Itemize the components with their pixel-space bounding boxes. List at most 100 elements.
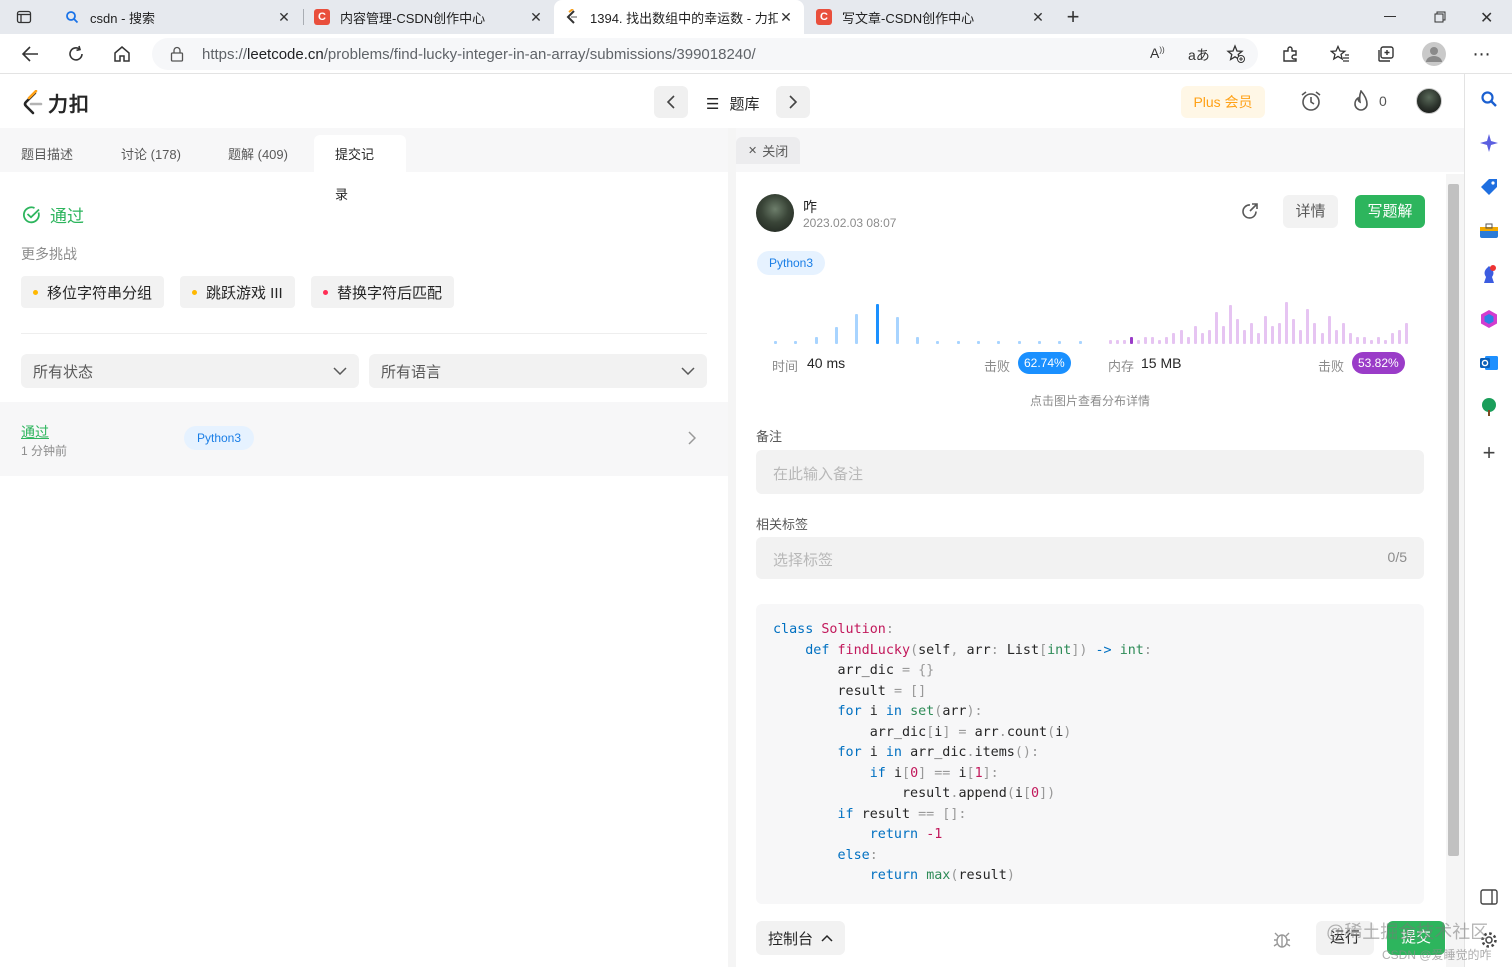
tools-briefcase-icon[interactable] — [1478, 220, 1500, 242]
distribution-bar — [1313, 323, 1317, 344]
add-icon[interactable]: + — [1478, 440, 1500, 465]
favorites-icon[interactable] — [1326, 40, 1354, 68]
new-tab-button[interactable]: + — [1062, 4, 1084, 30]
logo[interactable]: 力扣 — [22, 88, 90, 117]
challenge-chip[interactable]: 替换字符后匹配 — [311, 276, 455, 308]
back-icon[interactable] — [16, 40, 44, 68]
right-tab-bar: ✕ 关闭 — [736, 128, 1464, 172]
chevron-left-icon — [666, 95, 676, 109]
translate-icon[interactable]: aあ — [1188, 45, 1210, 65]
close-icon[interactable]: ✕ — [778, 9, 794, 26]
search-icon[interactable] — [1478, 88, 1500, 110]
tags-select[interactable]: 选择标签 0/5 — [756, 537, 1424, 579]
language-badge: Python3 — [757, 251, 826, 275]
microsoft-365-icon[interactable] — [1478, 308, 1500, 330]
browser-tab-csdn-write[interactable]: C 写文章-CSDN创作中心 ✕ — [806, 0, 1056, 34]
close-icon[interactable]: ✕ — [276, 9, 292, 26]
browser-tab-csdn-content[interactable]: C 内容管理-CSDN创作中心 ✕ — [304, 0, 554, 34]
submission-status-link[interactable]: 通过 — [21, 422, 49, 442]
browser-tab-search[interactable]: csdn - 搜索 ✕ — [54, 0, 302, 34]
code-line: class Solution: — [773, 622, 894, 637]
details-button[interactable]: 详情 — [1283, 195, 1338, 228]
copilot-sparkle-icon[interactable] — [1478, 132, 1500, 154]
share-icon[interactable] — [1240, 202, 1259, 221]
console-toggle-button[interactable]: 控制台 — [756, 921, 846, 955]
user-avatar[interactable] — [1416, 88, 1442, 114]
memory-beats-label: 击败 — [1318, 359, 1345, 374]
window-close-icon[interactable]: ✕ — [1480, 8, 1493, 28]
csdn-icon: C — [314, 9, 330, 25]
submission-date: 2023.02.03 08:07 — [803, 216, 897, 230]
plus-member-button[interactable]: Plus 会员 — [1181, 86, 1265, 118]
accepted-status: 通过 — [22, 202, 84, 227]
language-badge: Python3 — [184, 426, 255, 450]
panel-resizer[interactable] — [728, 128, 736, 967]
streak-counter[interactable]: 0 — [1352, 90, 1387, 112]
prev-problem-button[interactable] — [654, 86, 688, 118]
challenge-chip[interactable]: 跳跃游戏 III — [180, 276, 295, 308]
write-solution-button[interactable]: 写题解 — [1355, 195, 1425, 228]
distribution-bar — [774, 341, 777, 344]
tab-description[interactable]: 题目描述 — [0, 135, 94, 172]
url-text: https://leetcode.cn/problems/find-lucky-… — [202, 46, 756, 63]
user-avatar[interactable] — [756, 194, 794, 232]
shopping-tag-icon[interactable] — [1478, 176, 1500, 198]
next-problem-button[interactable] — [776, 86, 810, 118]
tab-submissions[interactable]: 提交记录 — [314, 135, 406, 202]
home-icon[interactable] — [108, 40, 136, 68]
distribution-bar — [1123, 340, 1127, 344]
games-chess-icon[interactable] — [1478, 264, 1500, 286]
drop-tree-icon[interactable] — [1478, 396, 1500, 418]
add-favorite-icon[interactable] — [1226, 44, 1246, 64]
minimize-icon[interactable] — [1384, 16, 1396, 17]
distribution-bar — [1369, 340, 1373, 344]
tab-solutions[interactable]: 题解 (409) — [207, 135, 309, 172]
sidebar-toggle-icon[interactable] — [1478, 886, 1500, 908]
close-icon[interactable]: ✕ — [528, 9, 544, 26]
distribution-bar — [1200, 333, 1204, 344]
extensions-icon[interactable] — [1276, 40, 1304, 68]
distribution-bar — [1278, 323, 1282, 344]
scrollbar-thumb[interactable] — [1448, 184, 1459, 856]
distribution-bar — [1228, 305, 1232, 344]
memory-distribution-chart[interactable] — [1109, 294, 1409, 344]
watermark: @稀土掘金技术社区 — [1326, 922, 1489, 942]
distribution-bar — [1221, 326, 1225, 344]
status-filter-select[interactable]: 所有状态 — [21, 354, 359, 388]
distribution-hint: 点击图片查看分布详情 — [1029, 394, 1150, 408]
url-field[interactable]: https://leetcode.cn/problems/find-lucky-… — [152, 38, 1258, 70]
close-icon[interactable]: ✕ — [1030, 9, 1046, 26]
search-icon — [64, 9, 80, 25]
code-viewer[interactable]: class Solution: def findLucky(self, arr:… — [756, 604, 1424, 904]
note-input[interactable]: 在此输入备注 — [756, 450, 1424, 494]
collections-icon[interactable] — [1372, 40, 1400, 68]
read-aloud-icon[interactable]: A)) — [1150, 45, 1165, 61]
more-icon[interactable]: ⋯ — [1468, 40, 1496, 68]
runtime-distribution-chart[interactable] — [774, 294, 1082, 344]
language-filter-select[interactable]: 所有语言 — [369, 354, 707, 388]
close-detail-button[interactable]: ✕ 关闭 — [736, 137, 801, 164]
tab-discussion[interactable]: 讨论 (178) — [100, 135, 202, 172]
distribution-bar — [1165, 337, 1169, 344]
close-icon: ✕ — [748, 145, 758, 157]
submission-row[interactable]: 通过 1 分钟前 Python3 — [0, 402, 728, 476]
debug-bug-icon[interactable] — [1272, 929, 1292, 949]
outlook-icon[interactable] — [1478, 352, 1500, 374]
distribution-bar — [1137, 340, 1141, 344]
problem-list-button[interactable]: ☰ 题库 — [706, 93, 759, 114]
distribution-bar — [1341, 323, 1345, 344]
distribution-bar — [834, 327, 838, 344]
distribution-bar — [916, 337, 920, 344]
profile-avatar-icon[interactable] — [1420, 40, 1448, 68]
lock-icon[interactable] — [170, 46, 184, 62]
site-header: 力扣 ☰ 题库 Plus 会员 0 — [0, 74, 1464, 128]
restore-icon[interactable] — [1434, 11, 1446, 23]
scrollbar[interactable] — [1446, 174, 1464, 967]
browser-tab-leetcode[interactable]: 1394. 找出数组中的幸运数 - 力扣 ✕ — [554, 0, 804, 34]
alarm-clock-icon[interactable] — [1300, 90, 1322, 112]
refresh-icon[interactable] — [62, 40, 90, 68]
tab-actions-icon[interactable] — [16, 9, 32, 25]
memory-label: 内存 — [1108, 359, 1135, 374]
challenge-chip[interactable]: 移位字符串分组 — [21, 276, 165, 308]
chevron-down-icon — [681, 367, 695, 375]
